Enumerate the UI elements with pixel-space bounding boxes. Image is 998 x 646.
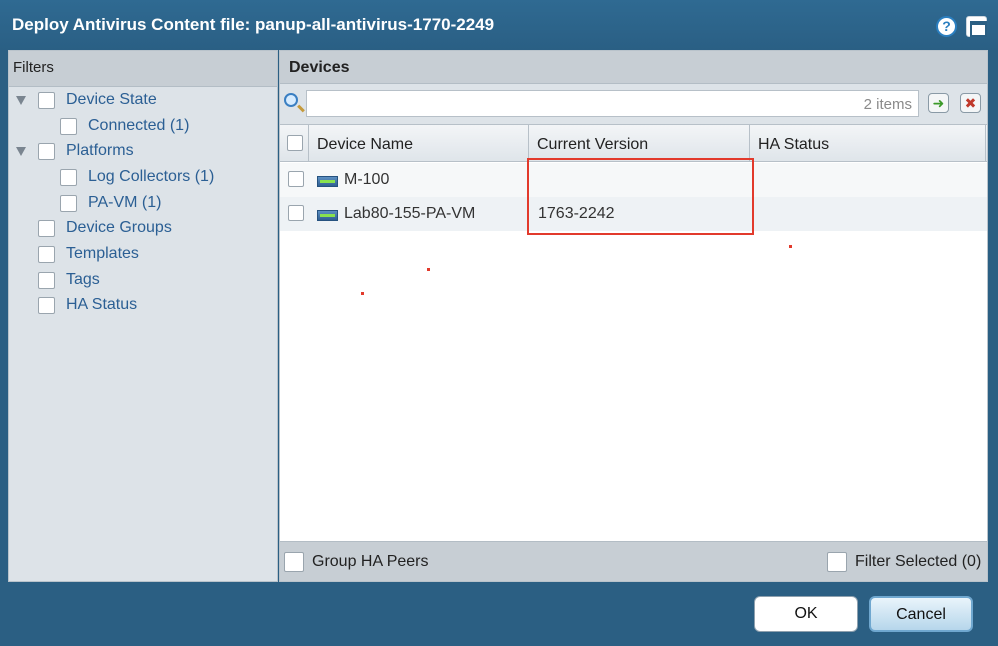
clear-filter-icon[interactable]: ✖ (960, 93, 981, 113)
checkbox[interactable] (60, 117, 77, 135)
filter-label[interactable]: Log Collectors (1) (88, 168, 214, 186)
select-all-column[interactable] (280, 125, 309, 162)
filter-ha-status[interactable]: HA Status (38, 295, 137, 315)
checkbox[interactable] (60, 168, 77, 186)
group-ha-peers-label[interactable]: Group HA Peers (312, 553, 429, 571)
filter-label[interactable]: Tags (66, 271, 100, 289)
devices-panel: Devices 2 items ➜ ✖ Device Name Current … (279, 50, 988, 582)
filter-connected[interactable]: Connected (1) (60, 116, 189, 136)
filter-label[interactable]: Templates (66, 245, 139, 263)
filter-templates[interactable]: Templates (38, 244, 139, 264)
device-name: M-100 (344, 171, 390, 188)
filter-label[interactable]: Device State (66, 91, 157, 109)
search-count: 2 items (863, 96, 912, 113)
annotation-dot (789, 245, 792, 248)
filter-device-state[interactable]: Device State (38, 90, 157, 110)
collapse-triangle-icon[interactable] (16, 96, 26, 105)
ok-button[interactable]: OK (754, 596, 858, 632)
dialog-title: Deploy Antivirus Content file: panup-all… (12, 15, 495, 34)
help-icon[interactable]: ? (936, 16, 957, 37)
filter-pa-vm[interactable]: PA-VM (1) (60, 193, 161, 213)
search-icon (284, 93, 298, 107)
filter-label[interactable]: Connected (1) (88, 117, 189, 135)
filter-label[interactable]: HA Status (66, 296, 137, 314)
group-ha-peers-toggle[interactable]: Group HA Peers (284, 552, 429, 572)
filters-panel: Filters Device State Connected (1) Platf… (8, 50, 278, 582)
annotation-highlight-box (527, 158, 754, 235)
checkbox[interactable] (38, 245, 55, 263)
device-icon (317, 210, 338, 221)
checkbox[interactable] (38, 271, 55, 289)
row-checkbox[interactable] (288, 205, 304, 221)
annotation-dot (427, 268, 430, 271)
checkbox[interactable] (38, 91, 55, 109)
checkbox[interactable] (38, 296, 55, 314)
filter-label[interactable]: Platforms (66, 142, 134, 160)
devices-footer: Group HA Peers Filter Selected (0) (280, 541, 987, 581)
search-input[interactable]: 2 items (306, 90, 919, 117)
grid-header: Device Name Current Version HA Status (280, 124, 987, 162)
filter-selected-label[interactable]: Filter Selected (0) (855, 553, 981, 571)
filter-tags[interactable]: Tags (38, 270, 100, 290)
dialog-titlebar: Deploy Antivirus Content file: panup-all… (0, 0, 998, 50)
device-icon (317, 176, 338, 187)
checkbox[interactable] (827, 552, 847, 572)
annotation-dot (361, 292, 364, 295)
checkbox[interactable] (60, 194, 77, 212)
column-current-version[interactable]: Current Version (529, 125, 750, 162)
filters-header: Filters (9, 51, 277, 87)
collapse-triangle-icon[interactable] (16, 147, 26, 156)
maximize-icon[interactable] (966, 16, 987, 37)
row-checkbox[interactable] (288, 171, 304, 187)
checkbox[interactable] (38, 219, 55, 237)
apply-filter-arrow-icon[interactable]: ➜ (928, 93, 949, 113)
select-all-checkbox[interactable] (287, 135, 303, 151)
filter-device-groups[interactable]: Device Groups (38, 218, 172, 238)
filter-log-collectors[interactable]: Log Collectors (1) (60, 167, 214, 187)
column-ha-status[interactable]: HA Status (750, 125, 986, 162)
devices-header: Devices (280, 51, 987, 84)
checkbox[interactable] (284, 552, 304, 572)
filter-label[interactable]: Device Groups (66, 219, 172, 237)
filter-selected-toggle[interactable]: Filter Selected (0) (827, 552, 981, 572)
device-name: Lab80-155-PA-VM (344, 205, 476, 222)
filter-label[interactable]: PA-VM (1) (88, 194, 161, 212)
column-device-name[interactable]: Device Name (309, 125, 529, 162)
checkbox[interactable] (38, 142, 55, 160)
cancel-button[interactable]: Cancel (869, 596, 973, 632)
search-bar: 2 items ➜ ✖ (280, 84, 987, 124)
filter-platforms[interactable]: Platforms (38, 141, 134, 161)
